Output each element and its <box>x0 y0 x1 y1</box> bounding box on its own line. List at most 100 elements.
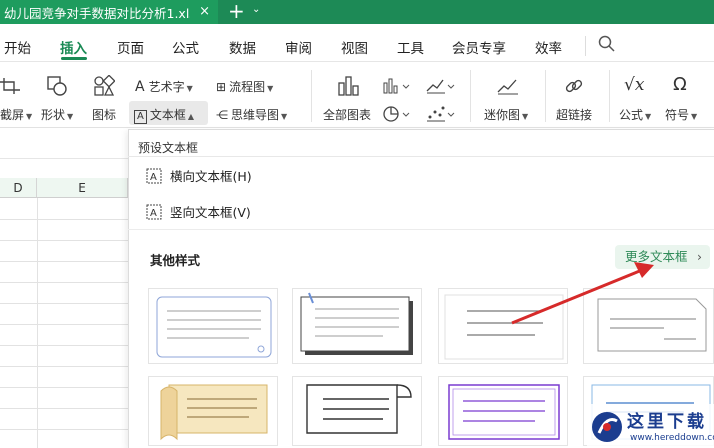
column-chart-icon[interactable] <box>382 77 410 95</box>
caret-down-icon: ▼ <box>67 112 74 121</box>
flowchart-label: 流程图 <box>229 80 266 94</box>
grid-line <box>0 429 128 430</box>
panel-divider <box>128 229 714 230</box>
grid-line <box>0 240 128 241</box>
chevron-right-icon: › <box>697 249 702 264</box>
menu-insert[interactable]: 插入 <box>60 37 87 57</box>
thumbnail-preview-image <box>306 384 412 434</box>
thumbnail-preview-image <box>597 298 707 352</box>
horizontal-textbox-icon: A <box>146 168 162 183</box>
preset-textbox-title: 预设文本框 <box>138 141 199 155</box>
watermark-brand: 这里下载 <box>627 412 707 432</box>
wordart-icon: A <box>135 79 145 95</box>
all-charts-label[interactable]: 全部图表 <box>323 106 371 123</box>
menu-formula[interactable]: 公式 <box>172 37 199 57</box>
menu-view[interactable]: 视图 <box>341 37 368 57</box>
thumbnail-preview-image <box>448 384 560 440</box>
sparkline-label: 迷你图 <box>484 108 521 122</box>
menu-member[interactable]: 会员专享 <box>452 37 506 57</box>
caret-down-icon: ▼ <box>186 84 193 93</box>
caret-down-icon: ▼ <box>267 84 274 93</box>
icons-gallery-icon[interactable] <box>93 75 115 97</box>
screenshot-button[interactable]: 截屏 ▼ <box>0 106 32 123</box>
column-header-e[interactable]: E <box>37 178 128 198</box>
thumbnail-preview-image <box>300 292 413 355</box>
pie-chart-icon[interactable] <box>382 104 410 124</box>
grid-line <box>0 219 128 220</box>
symbol-label: 符号 <box>665 108 690 122</box>
mindmap-icon: ⋲ <box>216 108 228 122</box>
grid-line <box>0 408 128 409</box>
formula-button[interactable]: 公式 ▼ <box>619 106 651 123</box>
menu-efficiency[interactable]: 效率 <box>535 37 562 57</box>
search-icon[interactable] <box>598 35 616 53</box>
wordart-label: 艺术字 <box>148 80 185 94</box>
grid-line <box>37 198 38 448</box>
mindmap-button[interactable]: ⋲ 思维导图 ▼ <box>216 106 287 123</box>
hyperlink-label[interactable]: 超链接 <box>556 106 592 123</box>
menu-home[interactable]: 开始 <box>4 37 31 57</box>
caret-down-icon: ▼ <box>26 112 33 121</box>
sheet-area[interactable] <box>0 129 128 448</box>
hyperlink-icon[interactable] <box>563 75 585 97</box>
vertical-textbox-label: 竖向文本框(V) <box>170 205 251 220</box>
grid-line <box>0 366 128 367</box>
grid-line <box>0 282 128 283</box>
vertical-textbox-icon: A <box>146 204 162 219</box>
icon-button-label[interactable]: 图标 <box>92 106 116 123</box>
new-tab-icon[interactable]: + <box>228 0 245 22</box>
caret-down-icon: ▼ <box>522 112 529 121</box>
more-textboxes-label: 更多文本框 <box>625 249 688 264</box>
symbol-button[interactable]: 符号 ▼ <box>665 106 697 123</box>
menu-data[interactable]: 数据 <box>229 37 256 57</box>
column-header-d[interactable]: D <box>0 178 37 198</box>
menu-review[interactable]: 审阅 <box>285 37 312 57</box>
ribbon-divider <box>311 70 312 122</box>
textbox-style-thumbnail[interactable] <box>148 288 278 364</box>
flowchart-button[interactable]: ⊞ 流程图 ▼ <box>216 78 273 95</box>
textbox-style-thumbnail[interactable] <box>292 288 422 364</box>
shape-button[interactable]: 形状 ▼ <box>41 106 73 123</box>
menu-page[interactable]: 页面 <box>117 37 144 57</box>
screenshot-label: 截屏 <box>0 108 25 122</box>
menu-tools[interactable]: 工具 <box>397 37 424 57</box>
grid-line <box>0 261 128 262</box>
caret-down-icon: ▼ <box>281 112 288 121</box>
formula-label: 公式 <box>619 108 644 122</box>
screenshot-icon[interactable] <box>0 76 22 96</box>
thumbnail-preview-image <box>444 294 564 360</box>
caret-up-icon: ▲ <box>187 112 195 121</box>
horizontal-textbox-option[interactable]: A 横向文本框(H) <box>146 166 252 185</box>
svg-text:A: A <box>150 172 157 183</box>
ribbon-divider <box>609 70 610 122</box>
all-charts-icon[interactable] <box>337 75 361 97</box>
textbox-style-thumbnail[interactable] <box>148 376 278 446</box>
formula-bar <box>0 129 128 159</box>
textbox-style-thumbnail[interactable] <box>438 376 568 446</box>
shape-icon[interactable] <box>46 75 68 97</box>
textbox-button[interactable]: A 文本框 ▲ <box>134 106 194 124</box>
thumbnail-preview-image <box>160 384 268 441</box>
omega-symbol-icon[interactable]: Ω <box>673 74 687 95</box>
new-tab-dropdown-icon[interactable]: ⌄ <box>252 4 260 15</box>
textbox-style-thumbnail[interactable] <box>292 376 422 446</box>
close-tab-icon[interactable]: × <box>199 4 210 19</box>
more-textboxes-button[interactable]: 更多文本框 › <box>615 245 710 269</box>
watermark-logo <box>592 412 622 442</box>
sparkline-button[interactable]: 迷你图 ▼ <box>484 106 528 123</box>
wordart-button[interactable]: A 艺术字 ▼ <box>135 78 193 95</box>
vertical-textbox-option[interactable]: A 竖向文本框(V) <box>146 202 251 221</box>
textbox-style-thumbnail[interactable] <box>583 288 714 364</box>
line-chart-icon[interactable] <box>425 77 455 95</box>
grid-line <box>0 387 128 388</box>
document-tab[interactable]: 幼儿园竞争对手数据对比分析1.xlsx × <box>0 0 218 24</box>
caret-down-icon: ▼ <box>691 112 698 121</box>
sparkline-icon[interactable] <box>496 76 520 96</box>
textbox-style-thumbnail[interactable] <box>438 288 568 364</box>
document-tab-title: 幼儿园竞争对手数据对比分析1.xlsx <box>4 5 190 21</box>
ribbon-divider <box>470 70 471 122</box>
scatter-chart-icon[interactable] <box>425 104 455 124</box>
ribbon-divider <box>545 70 546 122</box>
formula-icon[interactable]: √x <box>624 75 644 95</box>
menu-divider <box>585 36 586 56</box>
